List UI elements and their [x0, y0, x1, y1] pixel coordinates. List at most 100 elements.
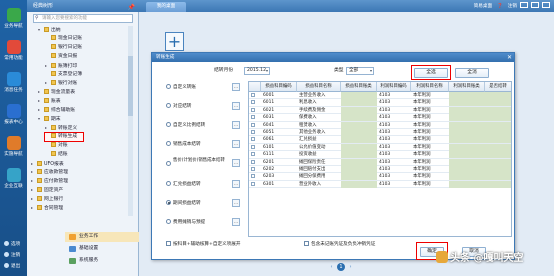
row-checkbox[interactable]: [251, 144, 255, 149]
row-checkbox[interactable]: [251, 115, 255, 120]
type-select[interactable]: 全部 ▾: [346, 67, 374, 75]
nav-tree-item[interactable]: ▸ 合同管理: [31, 204, 131, 212]
ellipsis-button[interactable]: …: [232, 180, 240, 188]
period-select[interactable]: 2015.12 ▾: [244, 67, 270, 75]
row-checkbox[interactable]: [251, 174, 255, 179]
table-row[interactable]: 6203 摊回分保费用 4103 本年利润: [249, 173, 511, 181]
top-link[interactable]: 简易桌面: [474, 4, 492, 9]
row-checkbox[interactable]: [251, 167, 255, 171]
grid-column-header[interactable]: 是否结转: [485, 82, 511, 92]
close-icon[interactable]: [542, 2, 550, 8]
toolbar-item-5[interactable]: 企业互联: [2, 166, 25, 194]
nav-tree-item[interactable]: ▸ 应收款管理: [31, 168, 131, 176]
ellipsis-button[interactable]: …: [232, 218, 240, 226]
nav-tree-item[interactable]: 转账生成: [44, 131, 84, 142]
pin-icon[interactable]: 📌: [128, 2, 135, 14]
grid-column-header[interactable]: 利润科目账类: [449, 82, 485, 92]
toolbar-bottom-0[interactable]: 选项: [2, 240, 25, 249]
toolbar-item-1[interactable]: 常用功能: [2, 38, 25, 66]
grid-column-header[interactable]: 利润科目名称: [411, 82, 449, 92]
transfer-option[interactable]: 汇兑损益结转: [166, 180, 226, 189]
toolbar-item-2[interactable]: 消息任务: [2, 70, 25, 98]
row-checkbox[interactable]: [251, 100, 255, 105]
nav-tree-item[interactable]: ▸ 现金流量表: [38, 88, 138, 96]
table-row[interactable]: 6041 租赁收入 4103 本年利润: [249, 121, 511, 129]
nav-tree-item[interactable]: ▸ 固定资产: [31, 186, 131, 194]
row-checkbox[interactable]: [251, 107, 255, 112]
clear-all-button[interactable]: 全消: [455, 68, 489, 78]
radio-icon[interactable]: [166, 122, 171, 127]
grid-column-header[interactable]: 损益科目名称: [297, 82, 341, 92]
row-checkbox[interactable]: [251, 130, 255, 134]
nav-bottom-tab[interactable]: 系统服务: [65, 256, 139, 266]
top-link[interactable]: ❓: [497, 4, 503, 9]
grid-column-header[interactable]: 损益科目编码: [261, 82, 297, 92]
nav-scrollbar[interactable]: [128, 26, 133, 216]
row-checkbox[interactable]: [251, 181, 255, 186]
transfer-option[interactable]: 销售成本结转: [166, 140, 226, 149]
nav-tree-item[interactable]: ▾ 期末: [38, 115, 138, 123]
ellipsis-button[interactable]: …: [232, 140, 240, 148]
row-checkbox[interactable]: [251, 159, 255, 164]
add-shortcut-button[interactable]: +: [165, 32, 184, 51]
radio-icon[interactable]: [166, 219, 171, 224]
table-row[interactable]: 6111 投资收益 4103 本年利润: [249, 151, 511, 159]
include-unposted-checkbox[interactable]: 包含未记账凭证及负负冲销凭证: [304, 241, 375, 249]
row-checkbox[interactable]: [251, 122, 255, 127]
ellipsis-button[interactable]: …: [232, 199, 240, 207]
transfer-option[interactable]: 售价(计划价)销售成本结转: [166, 157, 226, 171]
nav-tree-item[interactable]: ▾ 出纳: [38, 26, 138, 34]
table-row[interactable]: 6021 手续费及佣金 4103 本年利润: [249, 106, 511, 115]
toolbar-item-3[interactable]: 报表中心: [2, 102, 25, 130]
nav-tree-item[interactable]: ▸ 应付款管理: [31, 177, 131, 185]
table-row[interactable]: 6051 其他业务收入 4103 本年利润: [249, 129, 511, 137]
toolbar-item-0[interactable]: 业务导航: [2, 6, 25, 34]
table-row[interactable]: 6301 营业外收入 4103 本年利润: [249, 180, 511, 189]
ellipsis-button[interactable]: …: [232, 121, 240, 129]
row-checkbox[interactable]: [251, 137, 255, 142]
nav-tree-item[interactable]: ▸ 账表: [38, 97, 138, 105]
radio-icon[interactable]: [166, 141, 171, 146]
nav-scrollbar-thumb[interactable]: [128, 56, 133, 116]
transfer-option[interactable]: 自定义转账: [166, 83, 226, 92]
radio-icon[interactable]: [166, 181, 171, 186]
ellipsis-button[interactable]: …: [232, 83, 240, 91]
maximize-icon[interactable]: [531, 2, 539, 8]
table-row[interactable]: 6001 主营业务收入 4103 本年利润: [249, 92, 511, 100]
ellipsis-button[interactable]: …: [232, 102, 240, 110]
top-link[interactable]: 注销: [508, 4, 517, 9]
table-row[interactable]: 6201 摊回保险责任 4103 本年利润: [249, 158, 511, 166]
table-row[interactable]: 6011 利息收入 4103 本年利润: [249, 99, 511, 107]
ellipsis-button[interactable]: …: [232, 159, 240, 167]
radio-icon[interactable]: [166, 161, 171, 166]
nav-tree-item[interactable]: ▸ UFO报表: [31, 160, 131, 168]
toolbar-bottom-1[interactable]: 注销: [2, 251, 25, 260]
radio-icon[interactable]: [166, 84, 171, 89]
row-checkbox[interactable]: [251, 93, 255, 97]
tab-my-desktop[interactable]: 我的桌面: [146, 2, 186, 12]
transfer-option[interactable]: 对应结转: [166, 102, 226, 111]
page-next-icon[interactable]: ›: [347, 263, 354, 271]
grid-column-header[interactable]: 损益科目账类: [341, 82, 377, 92]
table-row[interactable]: 6101 公允价值变动 4103 本年利润: [249, 143, 511, 152]
nav-bottom-tab[interactable]: 基础设置: [65, 244, 139, 254]
transfer-option[interactable]: 费用摊销与预提: [166, 218, 226, 227]
radio-icon[interactable]: [166, 103, 171, 108]
transfer-option[interactable]: 期间损益结转: [166, 199, 226, 208]
table-row[interactable]: 6031 保费收入 4103 本年利润: [249, 114, 511, 122]
row-checkbox[interactable]: [251, 152, 255, 157]
nav-search-input[interactable]: ⚲ 请输入您要搜索的功能: [33, 14, 133, 23]
nav-tree-item[interactable]: ▸ 网上银行: [31, 195, 131, 203]
expand-aux-checkbox[interactable]: 按科目+辅助核算+自定义项展开: [166, 241, 240, 249]
close-icon[interactable]: ✕: [507, 53, 512, 62]
page-prev-icon[interactable]: ‹: [328, 263, 335, 271]
grid-column-header[interactable]: 利润科目编码: [377, 82, 411, 92]
radio-icon[interactable]: [166, 200, 171, 205]
toolbar-bottom-2[interactable]: 退出: [2, 262, 25, 271]
transfer-option[interactable]: 自定义比例结转: [166, 121, 226, 130]
nav-bottom-tab[interactable]: 业务工作: [65, 232, 139, 242]
minimize-icon[interactable]: [520, 2, 528, 8]
nav-tree-item[interactable]: ▸ 综合辅助账: [38, 106, 138, 114]
table-row[interactable]: 6061 汇兑损益 4103 本年利润: [249, 136, 511, 144]
table-row[interactable]: 6202 摊回赔付支出 4103 本年利润: [249, 166, 511, 174]
